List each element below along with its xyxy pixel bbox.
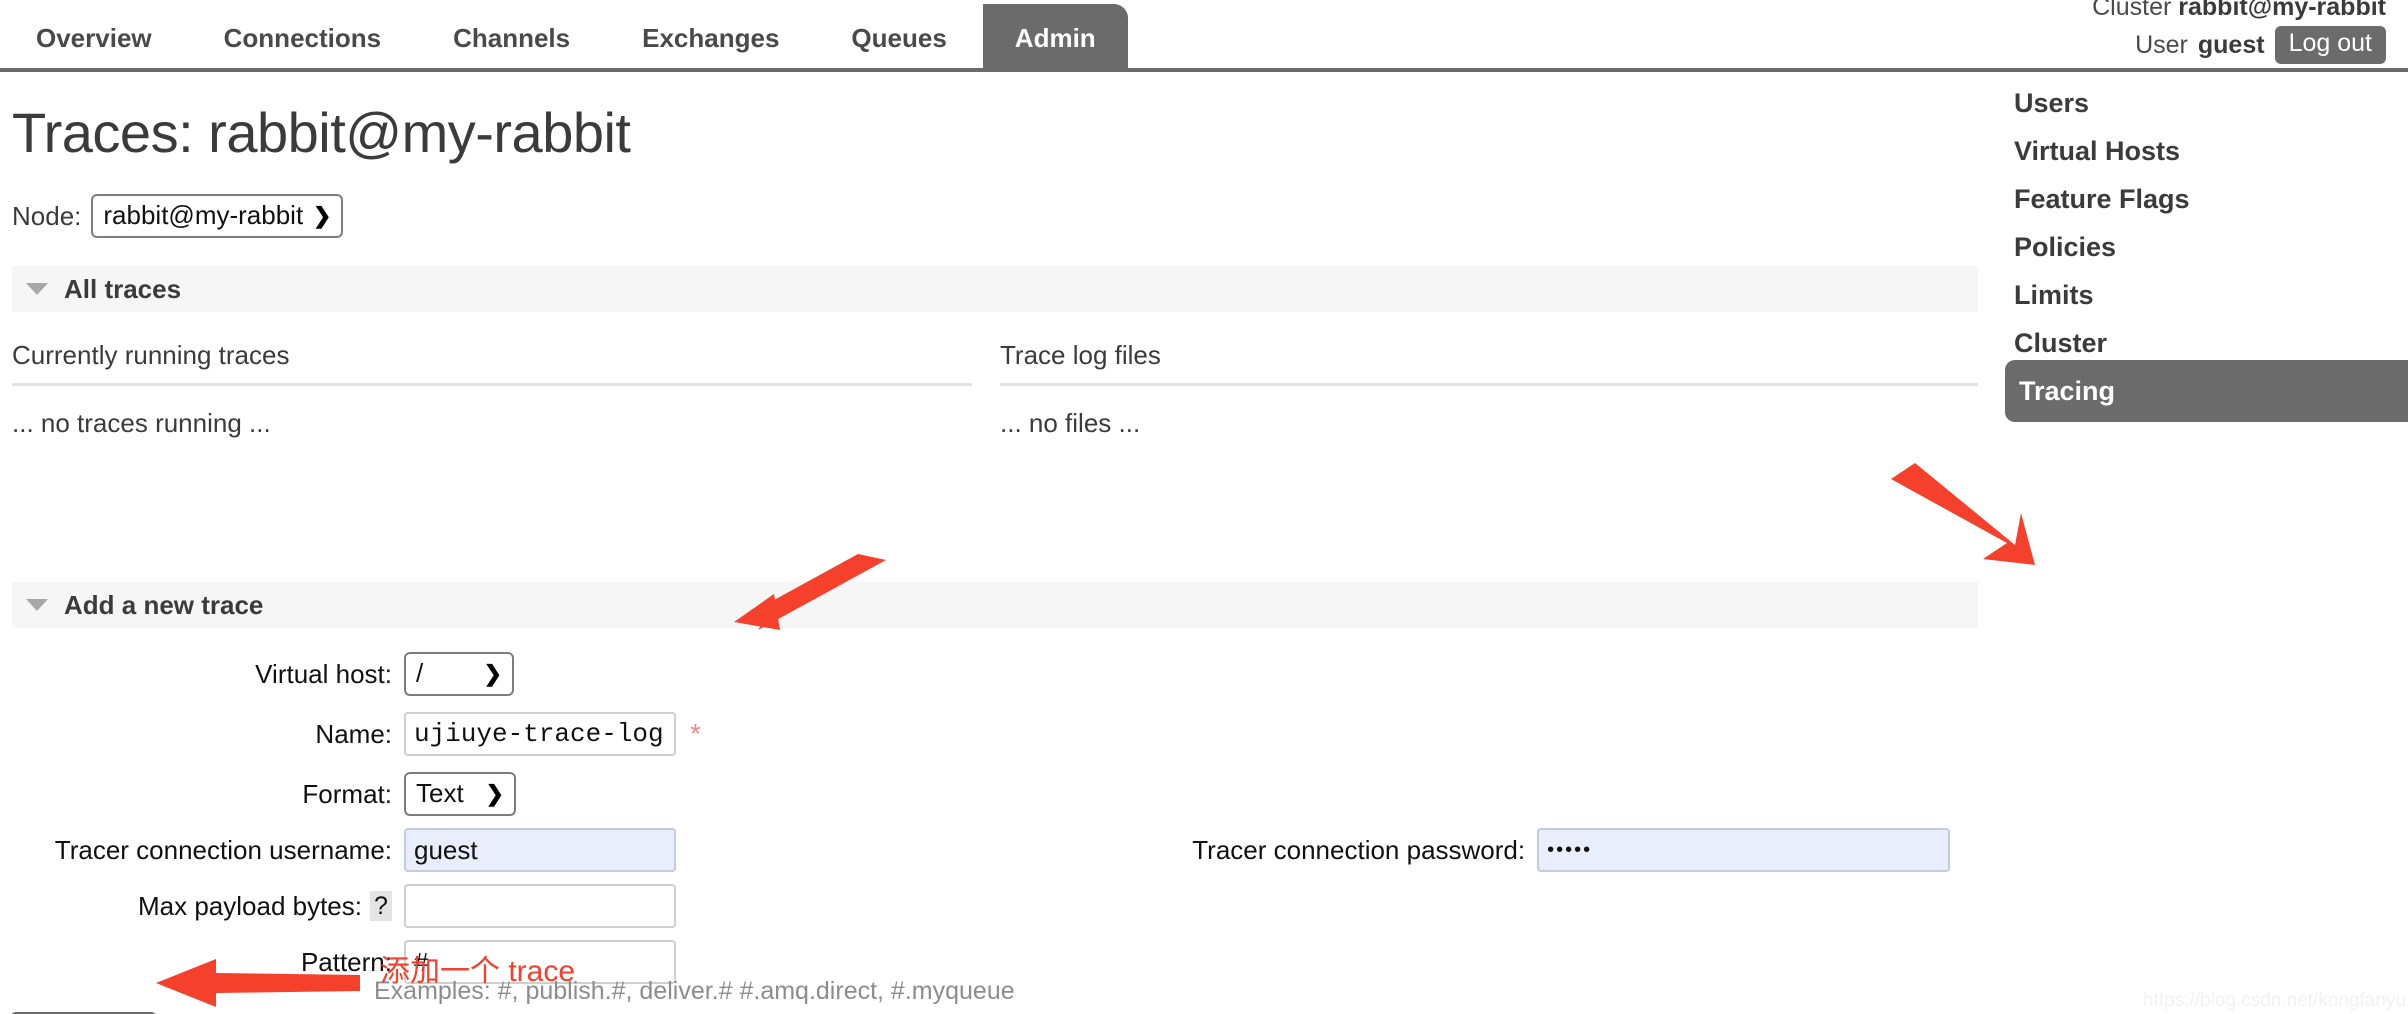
sidebar-item-label: Feature Flags: [2014, 183, 2190, 214]
node-selector-row: Node: rabbit@my-rabbit ❯: [12, 194, 344, 238]
tab-overview-label: Overview: [36, 22, 152, 53]
sidebar-item-label: Limits: [2014, 279, 2094, 310]
user-info-area: Cluster rabbit@my-rabbit User guest Log …: [1572, 0, 2392, 72]
tab-queues[interactable]: Queues: [815, 4, 982, 72]
tab-connections[interactable]: Connections: [188, 4, 417, 72]
trace-log-files-empty: ... no files ...: [1000, 408, 1141, 438]
sidebar-item-tracing[interactable]: Tracing: [2005, 360, 2408, 422]
user-name: guest: [2197, 30, 2265, 59]
running-traces-empty: ... no traces running ...: [12, 408, 271, 438]
tracer-username-label: Tracer connection username:: [54, 834, 392, 865]
logout-button[interactable]: Log out: [2274, 26, 2386, 64]
field-row-virtual-host: Virtual host: / ❯: [0, 652, 820, 696]
required-asterisk: *: [690, 718, 701, 749]
running-traces-header: Currently running traces: [12, 340, 972, 386]
node-select-wrapper: rabbit@my-rabbit ❯: [91, 194, 344, 238]
cluster-info: Cluster rabbit@my-rabbit: [2092, 0, 2386, 22]
user-info: User guest Log out: [2135, 26, 2386, 64]
sidebar-item-label: Tracing: [2019, 375, 2116, 406]
node-label: Node:: [12, 200, 82, 231]
tab-connections-label: Connections: [223, 22, 382, 53]
tracer-username-input[interactable]: [404, 828, 676, 872]
top-navigation-bar: Overview Connections Channels Exchanges …: [0, 0, 2408, 72]
rabbitmq-management-page: Overview Connections Channels Exchanges …: [0, 0, 2408, 1014]
trace-log-files-header: Trace log files: [1000, 340, 1978, 386]
tab-channels-label: Channels: [453, 22, 571, 53]
name-input[interactable]: [404, 712, 676, 756]
tab-channels[interactable]: Channels: [417, 4, 606, 72]
sidebar-item-label: Policies: [2014, 231, 2117, 262]
annotation-note-add-trace: 添加一个 trace: [380, 955, 576, 988]
tracer-password-label: Tracer connection password:: [1192, 834, 1526, 865]
trace-log-files-table: Trace log files ... no files ...: [1000, 340, 1978, 439]
field-row-tracer-password: Tracer connection password:: [1150, 828, 1950, 872]
cluster-name: rabbit@my-rabbit: [2178, 0, 2386, 21]
tab-admin[interactable]: Admin: [982, 4, 1128, 72]
tab-exchanges[interactable]: Exchanges: [606, 4, 815, 72]
tab-admin-label: Admin: [1014, 22, 1096, 53]
add-trace-section-header: Add a new trace: [12, 582, 1978, 628]
watermark-text: https://blog.csdn.net/kongfanyu: [2142, 990, 2406, 1011]
tab-exchanges-label: Exchanges: [642, 22, 780, 53]
format-label: Format:: [302, 778, 392, 809]
virtual-host-select-wrapper: / ❯: [404, 652, 514, 696]
add-trace-title: Add a new trace: [64, 589, 264, 620]
format-select-wrapper: Text ❯: [404, 772, 516, 816]
node-select[interactable]: rabbit@my-rabbit: [91, 194, 344, 238]
all-traces-title: All traces: [64, 273, 182, 304]
help-question-icon[interactable]: ?: [370, 891, 392, 921]
main-tab-list: Overview Connections Channels Exchanges …: [0, 0, 1128, 72]
virtual-host-label: Virtual host:: [255, 658, 392, 689]
max-payload-bytes-input[interactable]: [404, 884, 676, 928]
field-row-max-payload-bytes: Max payload bytes: ?: [0, 884, 860, 928]
pattern-label: Pattern:: [300, 946, 392, 977]
max-payload-bytes-label: Max payload bytes:: [137, 890, 362, 921]
tab-queues-label: Queues: [851, 22, 947, 53]
collapse-triangle-icon[interactable]: [26, 283, 48, 295]
user-label: User: [2135, 30, 2188, 59]
field-row-format: Format: Text ❯: [0, 772, 820, 816]
virtual-host-select[interactable]: /: [404, 652, 514, 696]
page-title: Traces: rabbit@my-rabbit: [12, 101, 631, 164]
field-row-tracer-username: Tracer connection username:: [0, 828, 860, 872]
collapse-triangle-icon[interactable]: [26, 599, 48, 611]
sidebar-item-label: Cluster: [2014, 327, 2108, 358]
main-content: Traces: rabbit@my-rabbit Node: rabbit@my…: [0, 72, 2000, 1014]
cluster-label: Cluster: [2092, 0, 2172, 21]
tab-overview[interactable]: Overview: [0, 4, 188, 72]
all-traces-section-header: All traces: [12, 266, 1978, 312]
sidebar-item-label: Virtual Hosts: [2014, 135, 2181, 166]
admin-sidebar: Users Virtual Hosts Feature Flags Polici…: [2000, 72, 2408, 1014]
tracer-password-input[interactable]: [1537, 828, 1950, 872]
sidebar-item-label: Users: [2014, 87, 2090, 118]
format-select[interactable]: Text: [404, 772, 516, 816]
name-label: Name:: [315, 718, 392, 749]
running-traces-table: Currently running traces ... no traces r…: [12, 340, 972, 439]
field-row-name: Name: *: [0, 712, 860, 756]
